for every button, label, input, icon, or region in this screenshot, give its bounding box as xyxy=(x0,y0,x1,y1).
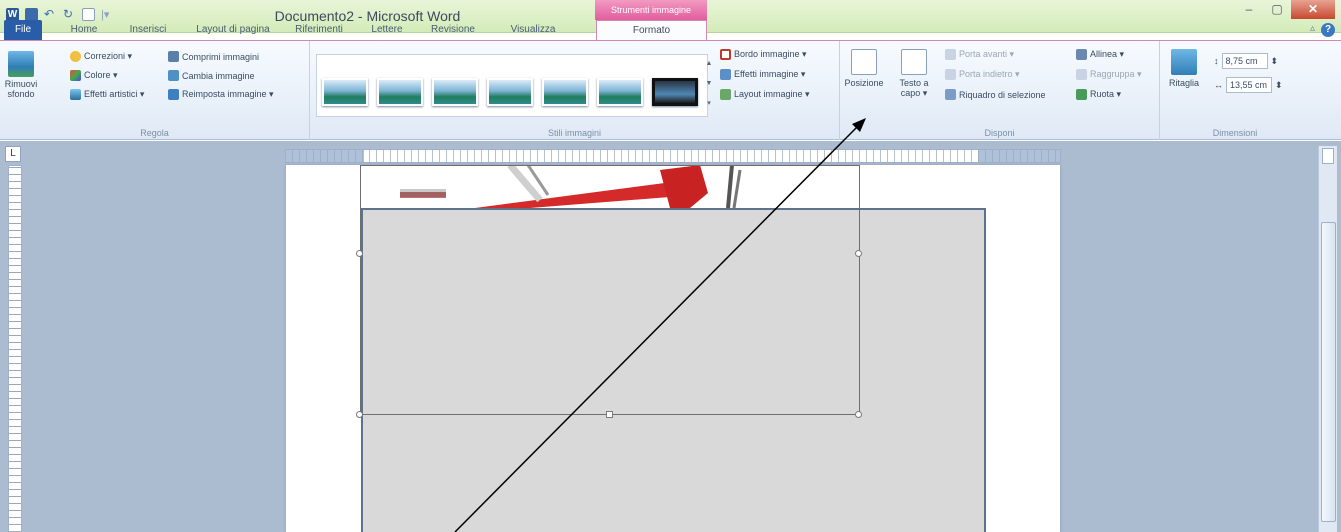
picture-style-7[interactable] xyxy=(652,78,698,106)
resize-handle-bottom-right[interactable] xyxy=(855,411,862,418)
height-field[interactable]: 8,75 cm xyxy=(1221,53,1268,69)
tab-file[interactable]: File xyxy=(4,20,42,40)
tab-view[interactable]: Visualizza xyxy=(498,20,568,40)
split-handle-icon[interactable] xyxy=(1322,148,1334,164)
picture-layout-button[interactable]: Layout immagine ▾ xyxy=(720,89,810,100)
vertical-ruler[interactable] xyxy=(8,165,22,532)
help-icon[interactable]: ? xyxy=(1321,23,1335,37)
align-icon xyxy=(1076,49,1087,60)
gallery-more-arrows[interactable]: ▲ ▼ ▾ xyxy=(704,54,714,117)
picture-style-1[interactable] xyxy=(322,78,368,106)
position-button[interactable]: Posizione xyxy=(844,49,884,88)
resize-handle-bottom-left[interactable] xyxy=(356,411,363,418)
group-objects-icon xyxy=(1076,69,1087,80)
selection-pane-button[interactable]: Riquadro di selezione xyxy=(945,89,1046,100)
picture-style-6[interactable] xyxy=(597,78,643,106)
picture-layout-icon xyxy=(720,89,731,100)
picture-border-icon xyxy=(720,49,731,60)
height-icon: ↕ xyxy=(1214,56,1219,66)
send-backward-button[interactable]: Porta indietro ▾ xyxy=(945,69,1020,80)
bring-forward-icon xyxy=(945,49,956,60)
ribbon-tabs: File Home Inserisci Layout di pagina Rif… xyxy=(0,20,1341,41)
tab-selector-icon[interactable]: L xyxy=(5,146,21,162)
help-area: ▵ ? xyxy=(1310,23,1335,37)
picture-border-button[interactable]: Bordo immagine ▾ xyxy=(720,49,807,60)
reset-picture-button[interactable]: Reimposta immagine ▾ xyxy=(168,89,274,100)
horizontal-ruler[interactable] xyxy=(285,149,1061,163)
minimize-button[interactable]: – xyxy=(1235,0,1263,19)
remove-background-button[interactable]: Rimuovi sfondo xyxy=(4,51,38,99)
width-icon: ↔ xyxy=(1214,80,1223,90)
compress-icon xyxy=(168,51,179,62)
picture-selection-frame[interactable] xyxy=(360,165,860,415)
artistic-effects-button[interactable]: Effetti artistici ▾ xyxy=(70,89,144,100)
tab-home[interactable]: Home xyxy=(62,20,106,40)
maximize-button[interactable]: ▢ xyxy=(1263,0,1291,19)
rotate-icon xyxy=(1076,89,1087,100)
reset-picture-icon xyxy=(168,89,179,100)
group-label-adjust: Regola xyxy=(140,128,169,138)
send-backward-icon xyxy=(945,69,956,80)
ruler-ticks xyxy=(286,150,1060,162)
picture-tools-header: Strumenti immagine xyxy=(595,0,707,20)
picture-style-3[interactable] xyxy=(432,78,478,106)
tab-references[interactable]: Riferimenti xyxy=(284,20,354,40)
picture-effects-button[interactable]: Effetti immagine ▾ xyxy=(720,69,805,80)
picture-effects-icon xyxy=(720,69,731,80)
resize-handle-left[interactable] xyxy=(356,250,363,257)
width-field[interactable]: 13,55 cm xyxy=(1226,77,1272,93)
change-picture-icon xyxy=(168,70,179,81)
wrap-text-icon xyxy=(901,49,927,75)
width-spin-arrows-icon[interactable]: ⬍ xyxy=(1275,80,1283,91)
tab-review[interactable]: Revisione xyxy=(420,20,486,40)
picture-style-5[interactable] xyxy=(542,78,588,106)
width-spinner[interactable]: ↔ 13,55 cm ⬍ xyxy=(1214,77,1283,93)
selection-pane-icon xyxy=(945,89,956,100)
artistic-effects-icon xyxy=(70,89,81,100)
group-adjust: Rimuovi sfondo Correzioni ▾ Colore ▾ Eff… xyxy=(0,41,310,140)
group-label-picture-styles: Stili immagini xyxy=(547,128,601,138)
color-icon xyxy=(70,70,81,81)
close-button[interactable]: ✕ xyxy=(1291,0,1335,19)
corrections-button[interactable]: Correzioni ▾ xyxy=(70,51,132,62)
align-button[interactable]: Allinea ▾ xyxy=(1076,49,1124,60)
tab-page-layout[interactable]: Layout di pagina xyxy=(188,20,278,40)
height-spin-arrows-icon[interactable]: ⬍ xyxy=(1271,56,1279,67)
change-picture-button[interactable]: Cambia immagine xyxy=(168,70,255,81)
color-button[interactable]: Colore ▾ xyxy=(70,70,118,81)
resize-handle-bottom[interactable] xyxy=(606,411,613,418)
group-label-size: Dimensioni xyxy=(1212,128,1258,138)
vertical-scrollbar[interactable] xyxy=(1318,146,1337,532)
ribbon: Rimuovi sfondo Correzioni ▾ Colore ▾ Eff… xyxy=(0,40,1341,140)
remove-background-icon xyxy=(8,51,34,77)
crop-button[interactable]: Ritaglia xyxy=(1166,49,1202,88)
tab-mailings[interactable]: Lettere xyxy=(362,20,412,40)
resize-handle-right[interactable] xyxy=(855,250,862,257)
picture-style-2[interactable] xyxy=(377,78,423,106)
tab-insert[interactable]: Inserisci xyxy=(118,20,178,40)
tab-format[interactable]: Formato xyxy=(596,20,707,41)
scrollbar-thumb[interactable] xyxy=(1321,222,1336,522)
minimize-ribbon-icon[interactable]: ▵ xyxy=(1310,23,1315,37)
bring-forward-button[interactable]: Porta avanti ▾ xyxy=(945,49,1014,60)
crop-icon xyxy=(1171,49,1197,75)
group-label-arrange: Disponi xyxy=(984,128,1015,138)
window-controls: – ▢ ✕ xyxy=(1235,0,1335,19)
compress-pictures-button[interactable]: Comprimi immagini xyxy=(168,51,259,62)
position-icon xyxy=(851,49,877,75)
picture-style-4[interactable] xyxy=(487,78,533,106)
sun-icon xyxy=(70,51,81,62)
group-button[interactable]: Raggruppa ▾ xyxy=(1076,69,1142,80)
wrap-text-button[interactable]: Testo a capo ▾ xyxy=(890,49,938,98)
rotate-button[interactable]: Ruota ▾ xyxy=(1076,89,1121,100)
height-spinner[interactable]: ↕ 8,75 cm ⬍ xyxy=(1214,53,1278,69)
